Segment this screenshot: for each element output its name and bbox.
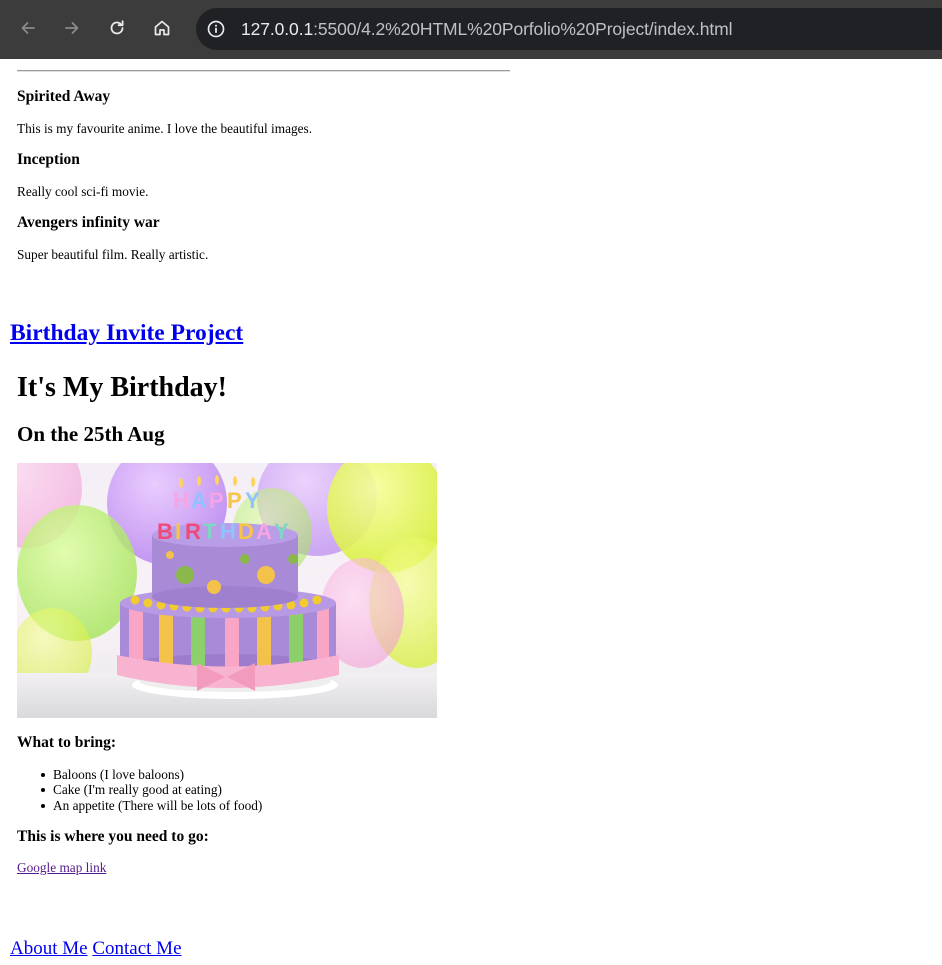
footer-nav: About Me Contact Me [10,938,182,960]
birthday-project-link[interactable]: Birthday Invite Project [10,320,243,347]
movie-title-spirited-away: Spirited Away [17,88,111,105]
list-item: Cake (I'm really good at eating) [40,782,262,797]
svg-text:A: A [191,488,207,513]
horizontal-rule [17,70,510,72]
svg-text:P: P [227,488,242,513]
svg-text:I: I [175,519,181,544]
birthday-date: On the 25th Aug [17,422,165,446]
svg-text:H: H [220,519,236,544]
list-item: An appetite (There will be lots of food) [40,797,263,813]
reload-icon [110,20,124,35]
url-text[interactable]: 127.0.0.1:5500/4.2%20HTML%20Porfolio%20P… [241,18,733,40]
back-arrow-icon [21,22,35,34]
svg-text:D: D [238,519,254,544]
url-path: :5500/4.2%20HTML%20Porfolio%20Project/in… [313,18,733,39]
svg-text:P: P [209,488,224,513]
site-info-button[interactable] [202,15,230,43]
where-heading: This is where you need to go: [17,828,209,845]
url-host: 127.0.0.1 [241,18,314,39]
svg-text:Y: Y [274,519,289,544]
bring-heading: What to bring: [17,734,117,751]
svg-text:H: H [173,488,189,513]
info-icon [207,20,225,38]
movie-title-avengers: Avengers infinity war [17,214,160,231]
forward-arrow-icon [65,22,79,34]
movie-description-inception: Really cool sci-fi movie. [17,184,149,199]
movie-title-inception: Inception [17,151,80,168]
home-icon [154,20,170,36]
birthday-cake-illustration: H A P P Y B I R T H D A Y [17,463,437,718]
svg-text:T: T [203,519,217,544]
svg-text:A: A [256,519,272,544]
back-button[interactable] [12,12,44,44]
browser-toolbar: 127.0.0.1:5500/4.2%20HTML%20Porfolio%20P… [0,0,942,59]
birthday-heading: It's My Birthday! [17,372,227,403]
google-map-link[interactable]: Google map link [17,860,106,876]
svg-text:Y: Y [245,488,260,513]
movie-description-spirited-away: This is my favourite anime. I love the b… [17,121,313,136]
svg-text:R: R [185,519,201,544]
contact-me-link[interactable]: Contact Me [92,938,181,959]
bring-list: Baloons (I love baloons) Cake (I'm reall… [40,767,263,813]
reload-button[interactable] [101,12,133,44]
list-item: Baloons (I love baloons) [40,767,262,782]
forward-button[interactable] [56,12,88,44]
svg-text:B: B [157,519,173,544]
home-button[interactable] [146,12,178,44]
movie-description-avengers: Super beautiful film. Really artistic. [17,247,209,262]
about-me-link[interactable]: About Me [10,938,88,959]
address-bar[interactable]: 127.0.0.1:5500/4.2%20HTML%20Porfolio%20P… [196,8,942,50]
birthday-cake-image: H A P P Y B I R T H D A Y [17,463,437,718]
